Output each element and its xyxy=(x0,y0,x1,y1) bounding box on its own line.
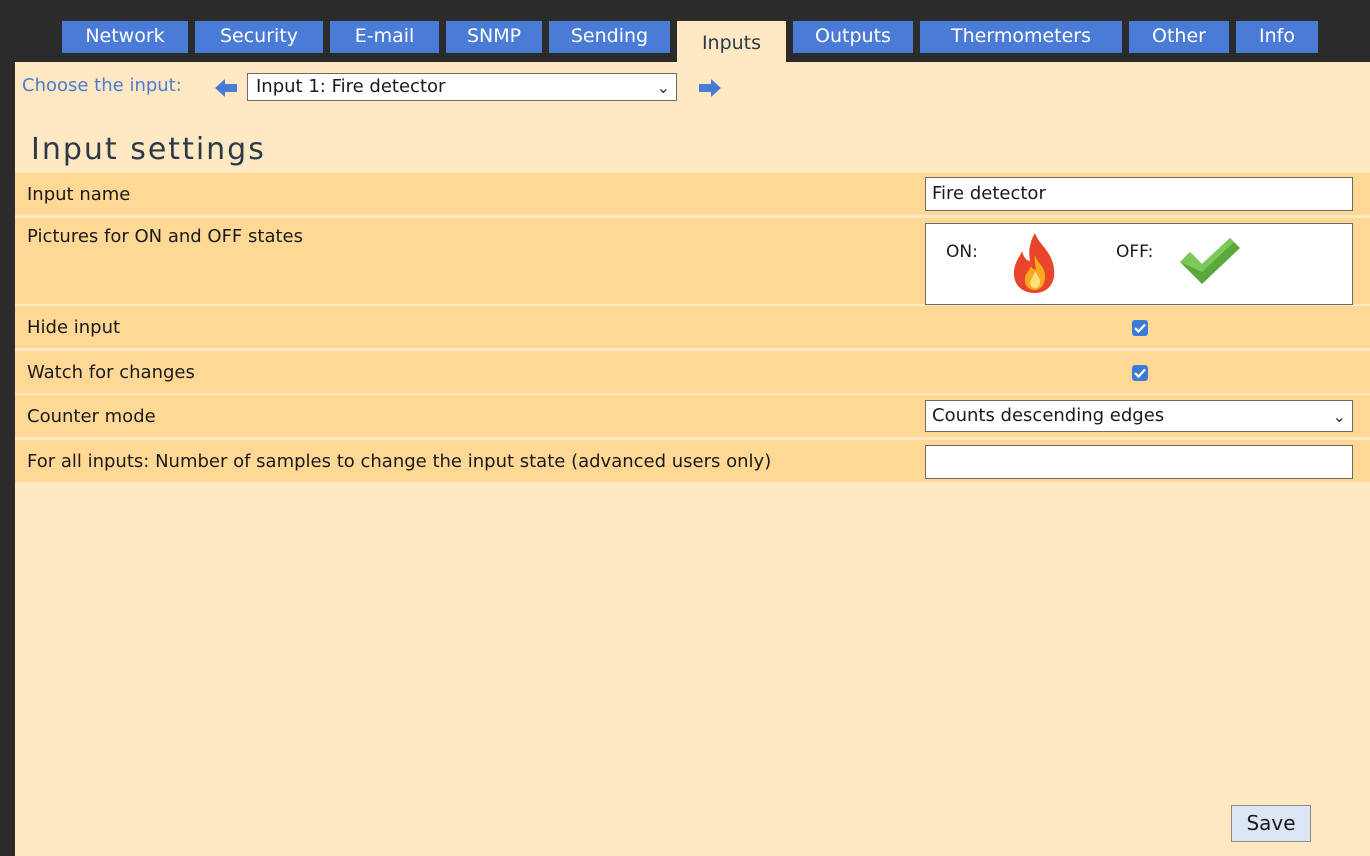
counter-mode-select[interactable]: Counts descending edges ⌄ xyxy=(925,400,1353,432)
counter-mode-value: Counts descending edges xyxy=(932,405,1165,426)
arrow-right-icon[interactable] xyxy=(699,79,721,97)
chevron-down-icon: ⌄ xyxy=(1332,407,1346,426)
tab-snmp[interactable]: SNMP xyxy=(446,21,542,53)
row-watch-changes: Watch for changes xyxy=(15,351,1370,393)
tab-outputs[interactable]: Outputs xyxy=(793,21,913,53)
tab-info[interactable]: Info xyxy=(1236,21,1318,53)
tab-email[interactable]: E-mail xyxy=(330,21,439,53)
counter-mode-label: Counter mode xyxy=(27,406,156,427)
input-chooser: Choose the input: Input 1: Fire detector… xyxy=(15,72,815,102)
row-samples: For all inputs: Number of samples to cha… xyxy=(15,440,1370,482)
off-label: OFF: xyxy=(1116,242,1154,262)
checkmark-icon[interactable] xyxy=(1176,236,1242,290)
input-select[interactable]: Input 1: Fire detector ⌄ xyxy=(247,73,677,101)
input-name-field[interactable]: Fire detector xyxy=(925,177,1353,211)
row-hide-input: Hide input xyxy=(15,306,1370,348)
watch-changes-label: Watch for changes xyxy=(27,362,195,383)
samples-label: For all inputs: Number of samples to cha… xyxy=(27,451,772,472)
pictures-label: Pictures for ON and OFF states xyxy=(27,226,303,247)
row-input-name: Input name Fire detector xyxy=(15,173,1370,215)
tab-other[interactable]: Other xyxy=(1129,21,1229,53)
save-button[interactable]: Save xyxy=(1231,805,1311,842)
page-title: Input settings xyxy=(31,132,266,167)
input-name-value: Fire detector xyxy=(932,183,1046,204)
watch-changes-checkbox[interactable] xyxy=(1132,365,1148,381)
settings-panel: Choose the input: Input 1: Fire detector… xyxy=(15,62,1370,856)
row-pictures: Pictures for ON and OFF states ON: OFF: xyxy=(15,218,1370,305)
hide-input-label: Hide input xyxy=(27,317,121,338)
input-select-value: Input 1: Fire detector xyxy=(256,76,446,97)
fire-icon[interactable] xyxy=(1008,231,1062,299)
chooser-label: Choose the input: xyxy=(22,75,182,96)
tab-security[interactable]: Security xyxy=(195,21,323,53)
hide-input-checkbox[interactable] xyxy=(1132,320,1148,336)
pictures-box[interactable]: ON: OFF: xyxy=(925,223,1353,305)
tab-network[interactable]: Network xyxy=(62,21,188,53)
tab-sending[interactable]: Sending xyxy=(549,21,670,53)
input-name-label: Input name xyxy=(27,184,131,205)
tab-bar: Network Security E-mail SNMP Sending Inp… xyxy=(0,0,1370,62)
tab-thermometers[interactable]: Thermometers xyxy=(920,21,1122,53)
tab-inputs[interactable]: Inputs xyxy=(677,21,786,62)
on-label: ON: xyxy=(946,242,978,262)
chevron-down-icon: ⌄ xyxy=(656,78,670,97)
row-counter-mode: Counter mode Counts descending edges ⌄ xyxy=(15,395,1370,437)
arrow-left-icon[interactable] xyxy=(215,79,237,97)
samples-field[interactable] xyxy=(925,445,1353,479)
